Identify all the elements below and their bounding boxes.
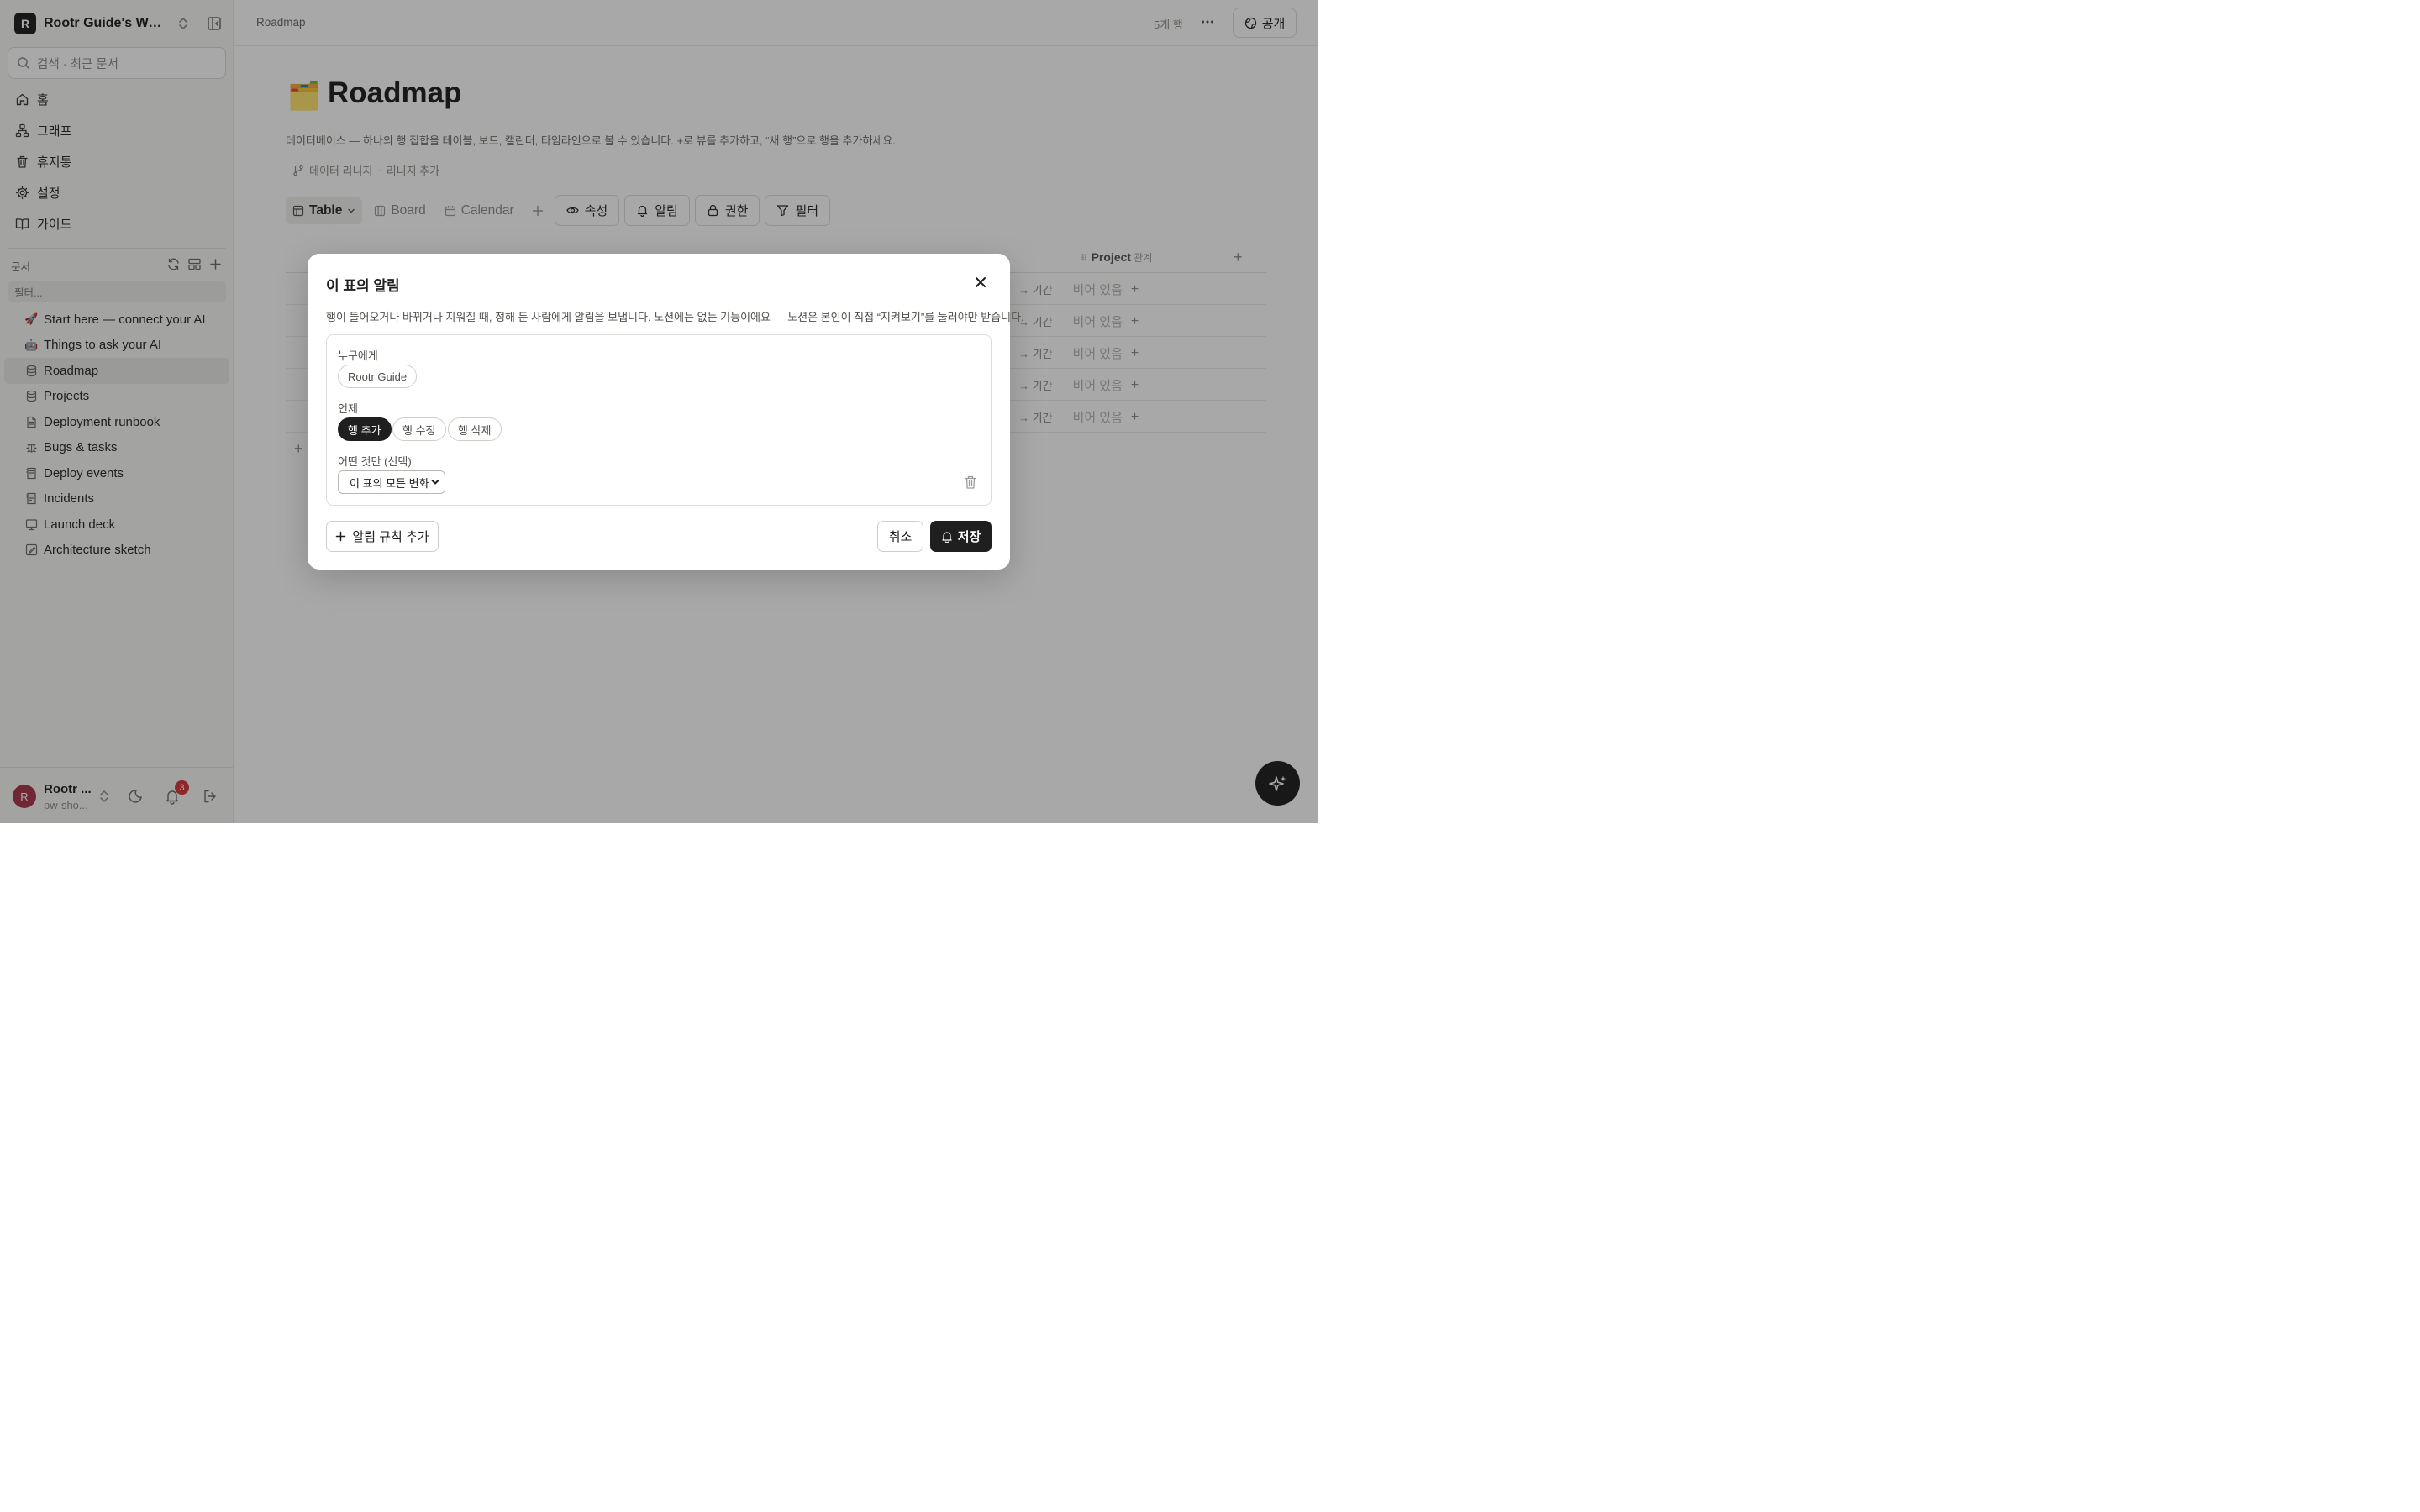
cancel-button[interactable]: 취소 — [877, 521, 923, 552]
trigger-row-deleted-chip[interactable]: 행 삭제 — [448, 417, 502, 441]
trigger-label: 언제 — [338, 402, 358, 415]
bell-icon — [941, 531, 953, 543]
recipient-chip[interactable]: Rootr Guide — [338, 365, 418, 388]
recipient-label: 누구에게 — [338, 349, 378, 362]
trigger-row-updated-chip[interactable]: 행 수정 — [392, 417, 446, 441]
scope-label: 어떤 것만 (선택) — [338, 455, 412, 468]
dialog-title: 이 표의 알림 — [326, 278, 400, 294]
save-label: 저장 — [957, 530, 981, 544]
dialog-description: 행이 들어오거나 바뀌거나 지워질 때, 정해 둔 사람에게 알림을 보냅니다.… — [326, 311, 1024, 323]
save-button[interactable]: 저장 — [930, 521, 992, 552]
scope-select-value: 이 표의 모든 변화 — [350, 476, 429, 490]
delete-rule-icon[interactable] — [964, 475, 977, 490]
notification-rules-dialog: 이 표의 알림 행이 들어오거나 바뀌거나 지워질 때, 정해 둔 사람에게 알… — [308, 254, 1024, 570]
add-rule-button[interactable]: 알림 규칙 추가 — [326, 521, 439, 552]
plus-icon — [335, 531, 346, 542]
scope-select[interactable]: 이 표의 모든 변화 — [338, 470, 445, 494]
notification-rule: 누구에게 Rootr Guide 언제 행 추가 행 수정 행 삭제 어떤 것만… — [326, 334, 992, 506]
add-rule-label: 알림 규칙 추가 — [352, 530, 429, 544]
trigger-row-added-chip[interactable]: 행 추가 — [338, 417, 392, 441]
chevron-down-icon — [430, 477, 440, 487]
close-icon[interactable] — [973, 275, 988, 290]
